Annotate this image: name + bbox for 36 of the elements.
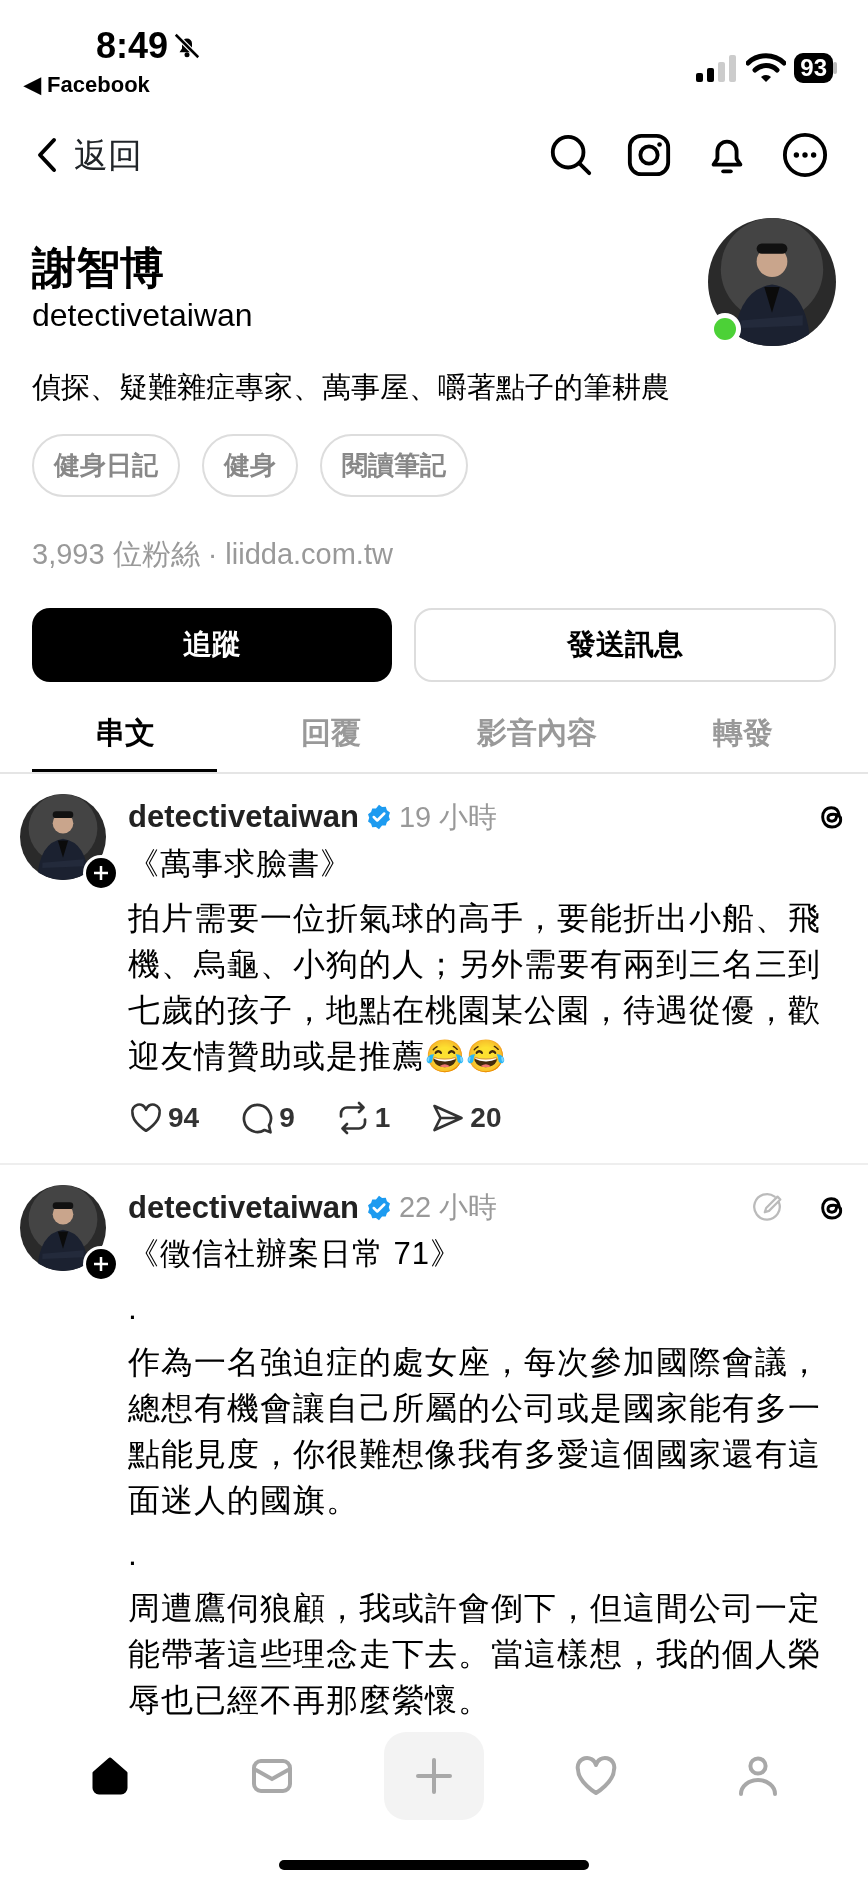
message-button[interactable]: 發送訊息	[414, 608, 836, 682]
wifi-icon	[746, 53, 787, 83]
share-button[interactable]: 20	[430, 1096, 502, 1139]
follow-button[interactable]: 追蹤	[32, 608, 392, 682]
post-text: .	[128, 1535, 139, 1574]
post-text: 周遭鷹伺狼顧，我或許會倒下，但這間公司一定能帶著這些理念走下去。當這樣想，我的個人榮辱也已經不再那麼縈懷。	[128, 1589, 822, 1720]
topic-tag[interactable]: 健身	[202, 433, 298, 497]
back-button[interactable]: 返回	[36, 137, 142, 173]
more-icon[interactable]	[782, 132, 828, 178]
repost-button[interactable]: 1	[334, 1096, 391, 1139]
profile-handle: detectivetaiwan	[32, 295, 253, 335]
topic-tag[interactable]: 閱讀筆記	[320, 433, 468, 497]
post-author[interactable]: detectivetaiwan	[128, 794, 359, 841]
reply-button[interactable]: 9	[239, 1096, 295, 1139]
post-title: 《徵信社辦案日常 71》	[128, 1235, 464, 1273]
search-icon[interactable]	[548, 132, 594, 178]
profile-name: 謝智博	[32, 242, 165, 294]
post-time: 19 小時	[398, 799, 498, 835]
topic-tag[interactable]: 健身日記	[32, 433, 180, 497]
post-author[interactable]: detectivetaiwan	[128, 1184, 359, 1231]
profile-tab[interactable]: 串文	[32, 698, 217, 772]
post-text: 作為一名強迫症的處女座，每次參加國際會議，總想有機會讓自己所屬的公司或是國家能有多一點能見度，你很難想像我有多愛這個國家還有這面迷人的國旗。	[128, 1343, 822, 1520]
chevron-left-icon	[36, 137, 58, 173]
like-button[interactable]: 94	[128, 1096, 200, 1139]
back-to-app-link[interactable]: ◀ Facebook	[24, 68, 150, 101]
post-text: 拍片需要一位折氣球的高手，要能折出小船、飛機、烏龜、小狗的人；另外需要有兩到三名三到七歲的孩子，地點在桃園某公園，待遇從優，歡迎友情贊助或是推薦😂😂	[128, 898, 822, 1076]
post-time: 22 小時	[398, 1190, 498, 1225]
profile-bio: 偵探、疑難雜症專家、萬事屋、嚼著點子的筆耕農	[32, 370, 671, 405]
post-title: 《萬事求臉書》	[128, 844, 353, 883]
signal-icon	[694, 53, 739, 83]
clock-time: 8:49	[96, 28, 169, 64]
post-text: .	[128, 1289, 139, 1328]
battery-tip-icon	[833, 62, 838, 74]
battery-level: 93	[794, 53, 833, 83]
camera-icon[interactable]	[626, 132, 672, 178]
separator-dot: ·	[207, 536, 218, 572]
